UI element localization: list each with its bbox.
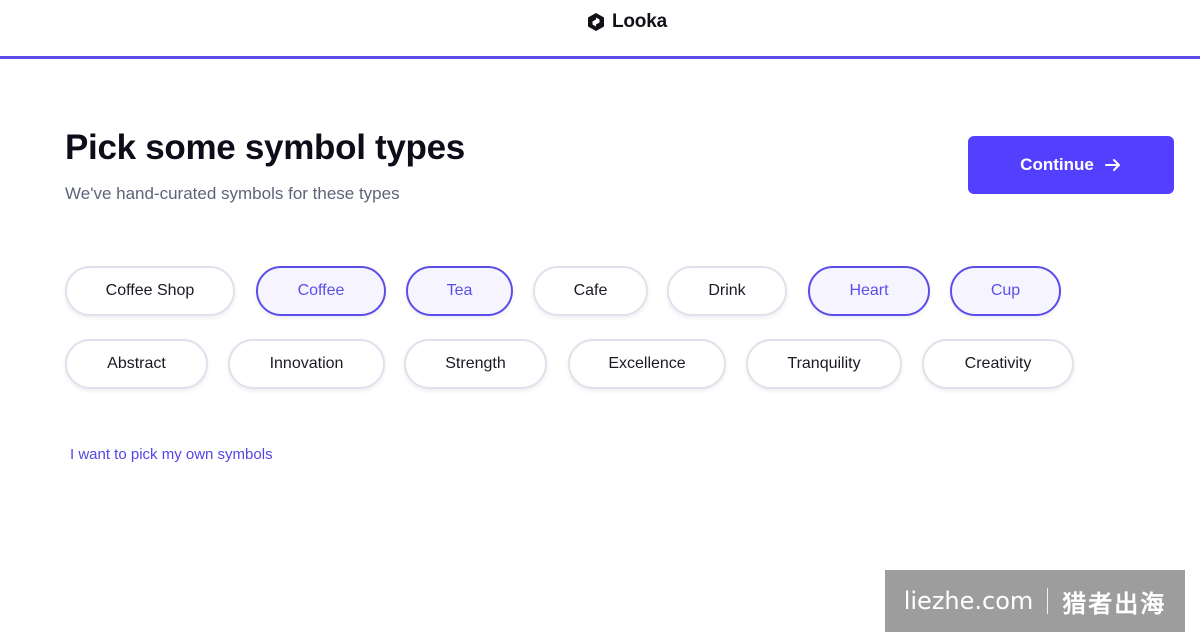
- tag-label: Cup: [990, 282, 1021, 299]
- tag-label: Tea: [446, 282, 473, 299]
- tag-coffee-shop[interactable]: Coffee Shop: [65, 266, 235, 316]
- tag-label: Innovation: [269, 355, 344, 372]
- tag-label: Cafe: [573, 282, 608, 299]
- tag-label: Heart: [849, 282, 889, 299]
- looka-logo-icon: [586, 12, 606, 32]
- watermark-cn-text: 猎者出海: [1062, 589, 1167, 618]
- tag-heart[interactable]: Heart: [808, 266, 930, 316]
- tag-label: Strength: [445, 355, 506, 372]
- page-subtitle: We've hand-curated symbols for these typ…: [65, 184, 400, 203]
- top-header: Looka: [0, 0, 1200, 59]
- tag-tranquility[interactable]: Tranquility: [746, 339, 902, 389]
- tag-cafe[interactable]: Cafe: [533, 266, 648, 316]
- tag-abstract[interactable]: Abstract: [65, 339, 208, 389]
- tag-strength[interactable]: Strength: [404, 339, 547, 389]
- tag-label: Tranquility: [787, 355, 861, 372]
- continue-button[interactable]: Continue: [968, 136, 1174, 194]
- pick-own-symbols-link[interactable]: I want to pick my own symbols: [70, 446, 273, 463]
- tag-label: Drink: [708, 282, 746, 299]
- tag-tea[interactable]: Tea: [406, 266, 513, 316]
- tag-label: Coffee Shop: [105, 282, 195, 299]
- watermark-domain: liezhe.com: [903, 587, 1034, 615]
- tag-excellence[interactable]: Excellence: [568, 339, 726, 389]
- arrow-right-icon: [1104, 156, 1122, 174]
- page-title: Pick some symbol types: [65, 128, 465, 167]
- continue-label: Continue: [1020, 155, 1094, 174]
- brand-name: Looka: [612, 11, 667, 32]
- tag-label: Excellence: [608, 355, 686, 372]
- tag-label: Coffee: [297, 282, 345, 299]
- tag-label: Creativity: [964, 355, 1032, 372]
- tag-creativity[interactable]: Creativity: [922, 339, 1074, 389]
- tag-label: Abstract: [107, 355, 166, 372]
- watermark-divider: [1047, 588, 1049, 614]
- watermark: liezhe.com 猎者出海: [885, 570, 1185, 632]
- brand-logo[interactable]: Looka: [586, 10, 667, 34]
- tag-coffee[interactable]: Coffee: [256, 266, 386, 316]
- tag-drink[interactable]: Drink: [667, 266, 787, 316]
- tag-innovation[interactable]: Innovation: [228, 339, 385, 389]
- page: Looka Pick some symbol types We've hand-…: [0, 0, 1200, 642]
- tag-cup[interactable]: Cup: [950, 266, 1061, 316]
